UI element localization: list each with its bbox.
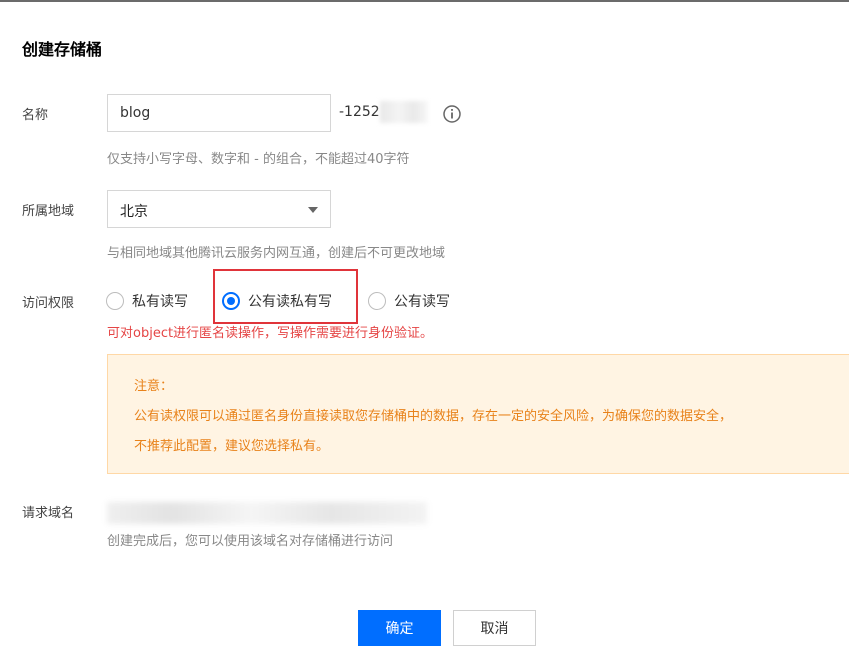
notice-line-2: 不推荐此配置，建议您选择私有。 [134,439,330,454]
access-label: 访问权限 [22,296,75,311]
region-select[interactable]: 北京 [107,190,331,228]
region-label: 所属地域 [22,204,75,219]
radio-label: 私有读写 [132,294,188,310]
appid-redacted [380,101,428,123]
access-warning: 可对object进行匿名读操作，写操作需要进行身份验证。 [107,326,434,341]
radio-public-rw[interactable]: 公有读写 [368,290,450,312]
domain-label: 请求域名 [22,506,75,521]
notice-box: 注意： 公有读权限可以通过匿名身份直接读取您存储桶中的数据，存在一定的安全风险，… [107,354,849,474]
notice-line-1: 公有读权限可以通过匿名身份直接读取您存储桶中的数据，存在一定的安全风险，为确保您… [134,409,733,424]
domain-hint: 创建完成后，您可以使用该域名对存储桶进行访问 [107,534,394,549]
radio-private-rw[interactable]: 私有读写 [106,290,188,312]
bucket-name-input[interactable] [107,94,331,132]
cancel-button[interactable]: 取消 [453,610,536,646]
appid-suffix: -1252 [339,104,380,120]
name-label: 名称 [22,108,49,123]
top-border [0,0,849,2]
region-hint: 与相同地域其他腾讯云服务内网互通，创建后不可更改地域 [107,246,446,261]
notice-heading: 注意： [134,379,174,394]
radio-label: 公有读写 [394,294,450,310]
caret-down-icon [308,207,318,213]
name-hint: 仅支持小写字母、数字和 - 的组合，不能超过40字符 [107,152,410,167]
dialog-title: 创建存储桶 [22,40,103,59]
info-icon[interactable] [442,104,462,124]
radio-circle-icon [106,292,124,310]
confirm-button[interactable]: 确定 [358,610,441,646]
highlight-annotation-box [213,269,358,324]
domain-redacted [107,502,427,524]
region-selected-value: 北京 [120,204,148,220]
radio-circle-icon [368,292,386,310]
